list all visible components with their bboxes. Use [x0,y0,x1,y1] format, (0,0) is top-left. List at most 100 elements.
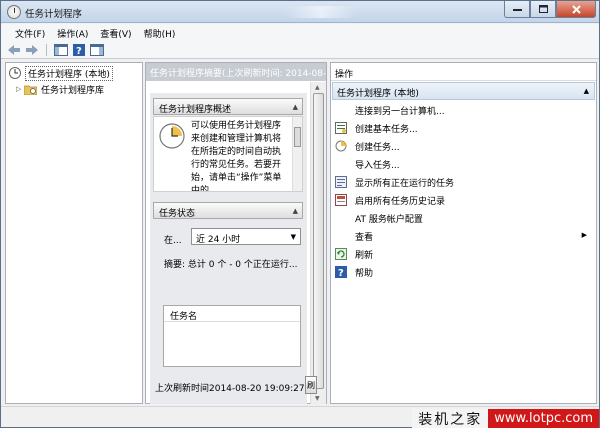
minimize-button[interactable] [504,1,530,18]
menu-file[interactable]: 文件(F) [9,24,51,41]
action-label: 导入任务... [355,160,400,171]
action-label: 创建任务... [355,142,400,153]
overview-scrollbar[interactable] [292,117,302,191]
actions-group-header[interactable]: 任务计划程序 (本地) ▲ [332,82,595,100]
help-toolbar-button[interactable]: ? [72,43,86,57]
action-pane-icon [90,43,104,56]
status-bar: 装机之家 www.lotpc.com [1,406,599,428]
action-show-running-tasks[interactable]: 显示所有正在运行的任务 [335,174,593,190]
scroll-down-icon[interactable]: ▼ [315,395,320,402]
window-controls [504,1,596,19]
toolbar: ? [1,41,599,59]
menu-bar: 文件(F) 操作(A) 查看(V) 帮助(H) [1,24,599,41]
tree-root-label: 任务计划程序 (本地) [25,65,113,81]
back-button[interactable] [7,43,21,57]
action-refresh[interactable]: 刷新 [335,246,593,262]
minimize-icon [512,9,522,11]
action-label: 连接到另一台计算机... [355,106,445,117]
toolbar-separator [46,43,47,56]
action-label: 创建基本任务... [355,124,418,135]
close-button[interactable] [556,1,596,18]
action-create-basic-task[interactable]: 创建基本任务... [335,120,593,136]
overview-box: 可以使用任务计划程序来创建和管理计算机将在所指定的时间自动执行的常见任务。若要开… [153,116,303,192]
console-tree: 任务计划程序 (本地) ▷ 任务计划程序库 [5,62,143,404]
actions-pane: 操作 任务计划程序 (本地) ▲ 连接到另一台计算机... 创建基本任务... … [330,62,597,404]
svg-text:?: ? [76,46,82,56]
refresh-button[interactable]: 刷 [305,376,317,394]
forward-button[interactable] [25,43,39,57]
watermark: 装机之家 www.lotpc.com [412,408,599,428]
action-view[interactable]: 查看 ▶ [335,228,593,244]
overview-scroll-thumb[interactable] [294,127,301,147]
action-label: 刷新 [355,250,374,261]
action-help[interactable]: ? 帮助 [335,264,593,280]
status-filter-label: 在... [164,236,182,246]
expand-arrow-icon[interactable]: ▷ [16,85,24,93]
scroll-up-icon[interactable]: ▲ [315,84,320,91]
status-period-select[interactable]: 近 24 小时 ▼ [191,228,301,245]
help-book-icon: ? [73,43,85,56]
task-status-section-header[interactable]: 任务状态 ▲ [153,202,303,219]
forward-arrow-icon [26,44,38,55]
tree-item-task-scheduler-local[interactable]: 任务计划程序 (本地) [9,65,113,81]
task-history-icon [335,194,347,206]
overview-title: 任务计划程序概述 [159,105,232,115]
last-refresh-time: 上次刷新时间2014-08-20 19:09:27 [155,384,305,394]
action-connect-computer[interactable]: 连接到另一台计算机... [335,102,593,118]
back-arrow-icon [8,44,20,55]
overview-section-header[interactable]: 任务计划程序概述 ▲ [153,98,303,115]
overview-text: 可以使用任务计划程序来创建和管理计算机将在所指定的时间自动执行的常见任务。若要开… [191,121,282,192]
tree-item-task-library[interactable]: ▷ 任务计划程序库 [16,82,104,96]
column-header-task-name[interactable]: 任务名 [164,306,300,322]
running-tasks-icon [335,176,347,188]
help-icon: ? [335,266,347,278]
create-basic-task-icon [335,122,347,134]
status-period-value: 近 24 小时 [196,235,241,245]
blank-icon [335,158,347,170]
menu-action[interactable]: 操作(A) [51,24,94,41]
blank-icon [335,212,347,224]
menu-help[interactable]: 帮助(H) [138,24,182,41]
maximize-icon [538,5,548,13]
task-scheduler-window: 任务计划程序 文件(F) 操作(A) 查看(V) 帮助(H) ? 任务计划程序 … [0,0,600,428]
action-label: 查看 [355,232,374,243]
scroll-thumb[interactable] [313,93,324,389]
action-label: 帮助 [355,268,374,279]
refresh-button-label: 刷 [307,380,315,390]
status-summary: 摘要: 总计 0 个 - 0 个正在运行... [164,260,298,270]
collapse-icon[interactable]: ▲ [293,103,298,111]
task-status-table: 任务名 [163,305,301,367]
clock-icon [159,123,185,149]
blank-icon [335,104,347,116]
watermark-url: www.lotpc.com [488,409,599,428]
submenu-arrow-icon: ▶ [581,231,587,239]
task-status-title: 任务状态 [159,209,196,219]
chevron-down-icon: ▼ [290,233,296,241]
console-tree-icon [54,43,68,56]
action-import-task[interactable]: 导入任务... [335,156,593,172]
collapse-icon[interactable]: ▲ [293,207,298,215]
summary-scrollbar[interactable]: ▲ ▼ [310,82,326,404]
collapse-icon[interactable]: ▲ [584,87,589,95]
watermark-chinese: 装机之家 [412,408,489,428]
clock-app-icon [7,5,21,19]
maximize-button[interactable] [530,1,556,18]
title-bar[interactable]: 任务计划程序 [1,1,599,23]
close-icon [571,4,581,14]
action-label: AT 服务帐户配置 [355,214,423,225]
actions-group-label: 任务计划程序 (本地) [337,89,419,99]
blank-icon [335,230,347,242]
svg-text:?: ? [338,268,344,278]
actions-title: 操作 [331,63,596,81]
clock-icon [9,67,21,79]
show-hide-action-pane-button[interactable] [90,43,104,57]
action-create-task[interactable]: 创建任务... [335,138,593,154]
create-task-icon [335,140,347,152]
show-hide-console-tree-button[interactable] [54,43,68,57]
window-title: 任务计划程序 [25,9,83,20]
action-enable-task-history[interactable]: 启用所有任务历史记录 [335,192,593,208]
action-at-service-account[interactable]: AT 服务帐户配置 [335,210,593,226]
title-bar-blur [285,6,357,18]
menu-view[interactable]: 查看(V) [94,24,137,41]
action-label: 启用所有任务历史记录 [355,196,446,207]
